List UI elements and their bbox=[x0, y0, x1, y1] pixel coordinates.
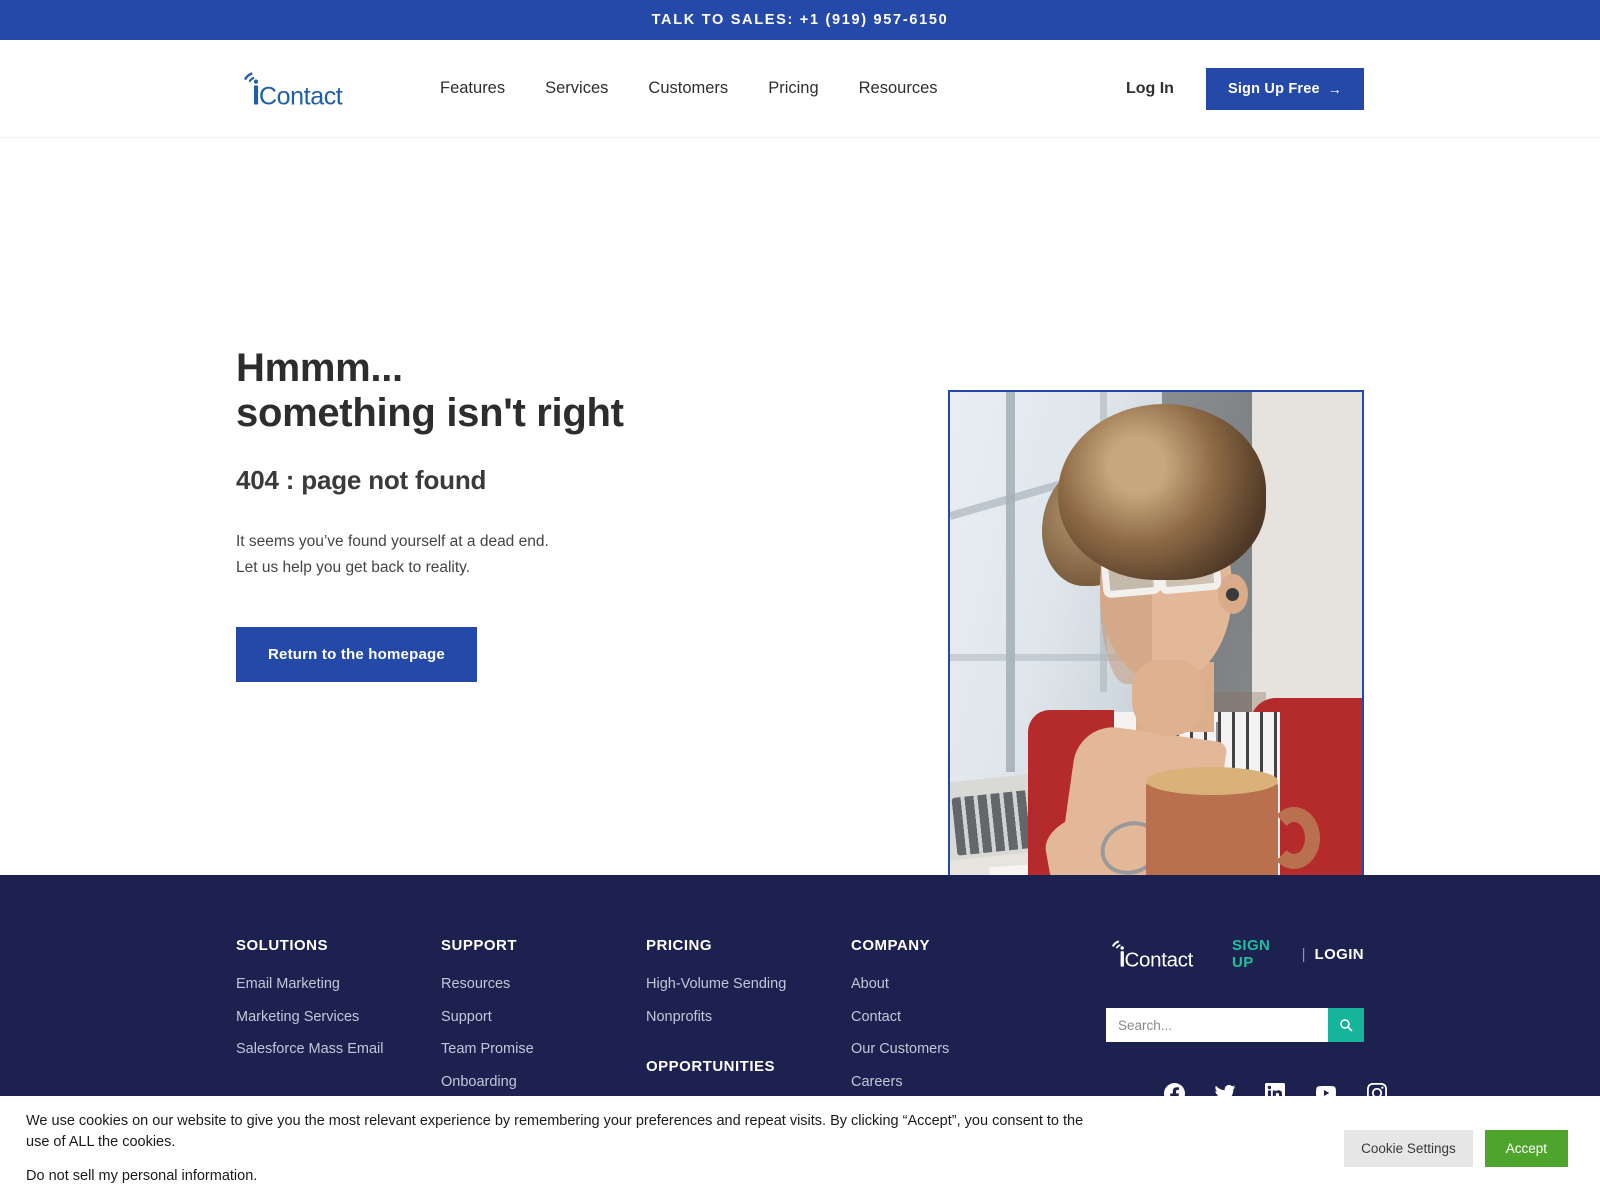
return-home-button[interactable]: Return to the homepage bbox=[236, 626, 477, 682]
hero-body-line2: Let us help you get back to reality. bbox=[236, 558, 471, 576]
header-logo[interactable]: Contact bbox=[236, 68, 358, 110]
footer-link-about[interactable]: About bbox=[851, 977, 1066, 992]
footer-column-solutions: SOLUTIONS Email Marketing Marketing Serv… bbox=[236, 937, 441, 1107]
footer-link-salesforce-mass-email[interactable]: Salesforce Mass Email bbox=[236, 1042, 441, 1057]
footer-login-link[interactable]: LOGIN bbox=[1315, 946, 1365, 963]
footer-link-separator: | bbox=[1301, 945, 1306, 963]
cookie-message: We use cookies on our website to give yo… bbox=[26, 1112, 1084, 1150]
cookie-actions: Cookie Settings Accept bbox=[1344, 1129, 1576, 1167]
hero-photo bbox=[948, 390, 1364, 893]
footer-link-high-volume-sending[interactable]: High-Volume Sending bbox=[646, 977, 851, 992]
footer-heading-pricing: PRICING bbox=[646, 937, 713, 954]
search-button[interactable] bbox=[1328, 1008, 1364, 1042]
header-actions: Log In Sign Up Free → bbox=[1126, 40, 1364, 138]
svg-text:Contact: Contact bbox=[259, 82, 343, 110]
footer-logo[interactable]: Contact bbox=[1106, 937, 1206, 971]
page-root: TALK TO SALES: +1 (919) 957-6150 Contact… bbox=[0, 0, 1600, 1200]
svg-text:Contact: Contact bbox=[1125, 949, 1194, 971]
footer-column-company: COMPANY About Contact Our Customers Care… bbox=[851, 937, 1066, 1107]
error-subtitle: 404 : page not found bbox=[236, 464, 487, 495]
footer-link-marketing-services[interactable]: Marketing Services bbox=[236, 1009, 441, 1025]
footer-heading-opportunities: OPPORTUNITIES bbox=[646, 1058, 776, 1075]
footer-column-support: SUPPORT Resources Support Team Promise O… bbox=[441, 937, 646, 1107]
arrow-right-icon: → bbox=[1327, 81, 1342, 97]
search-input[interactable] bbox=[1106, 1008, 1328, 1042]
footer-search bbox=[1106, 1008, 1364, 1042]
login-link[interactable]: Log In bbox=[1126, 80, 1174, 98]
footer-link-support[interactable]: Support bbox=[441, 1009, 646, 1025]
page-title: Hmmm... something isn't right bbox=[236, 346, 836, 436]
page-title-line1: Hmmm... bbox=[236, 346, 403, 390]
nav-item-services[interactable]: Services bbox=[525, 79, 628, 98]
signup-button-label: Sign Up Free bbox=[1227, 81, 1320, 97]
site-header: Contact Features Services Customers Pric… bbox=[0, 40, 1600, 138]
cookie-accept-button[interactable]: Accept bbox=[1484, 1129, 1568, 1167]
footer-heading-company: COMPANY bbox=[851, 937, 931, 954]
do-not-sell-link[interactable]: Do not sell my personal information. bbox=[26, 1168, 257, 1184]
hero-body: It seems you’ve found yourself at a dead… bbox=[236, 529, 836, 581]
footer-link-team-promise[interactable]: Team Promise bbox=[441, 1042, 646, 1057]
footer-link-onboarding[interactable]: Onboarding bbox=[441, 1074, 646, 1090]
footer-link-nonprofits[interactable]: Nonprofits bbox=[646, 1009, 851, 1025]
hero-section: Hmmm... something isn't right 404 : page… bbox=[0, 138, 1600, 893]
search-icon bbox=[1340, 1019, 1353, 1032]
cookie-text-block: We use cookies on our website to give yo… bbox=[26, 1111, 1344, 1185]
hero-copy: Hmmm... something isn't right 404 : page… bbox=[236, 138, 836, 875]
nav-item-customers[interactable]: Customers bbox=[628, 79, 748, 98]
cookie-consent-banner: We use cookies on our website to give yo… bbox=[0, 1096, 1600, 1200]
footer-heading-support: SUPPORT bbox=[441, 937, 518, 954]
main-nav: Features Services Customers Pricing Reso… bbox=[440, 79, 958, 98]
footer-link-our-customers[interactable]: Our Customers bbox=[851, 1042, 1066, 1057]
footer-utility: Contact SIGN UP | LOGIN bbox=[1106, 937, 1387, 1104]
hero-body-line1: It seems you’ve found yourself at a dead… bbox=[236, 532, 549, 550]
footer-link-contact[interactable]: Contact bbox=[851, 1009, 1066, 1025]
sales-bar: TALK TO SALES: +1 (919) 957-6150 bbox=[0, 0, 1600, 40]
hero-image-area bbox=[836, 138, 1364, 893]
sales-phone-text[interactable]: TALK TO SALES: +1 (919) 957-6150 bbox=[652, 12, 949, 28]
page-title-line2: something isn't right bbox=[236, 390, 624, 435]
footer-column-pricing: PRICING High-Volume Sending Nonprofits O… bbox=[646, 937, 851, 1107]
nav-item-pricing[interactable]: Pricing bbox=[748, 79, 838, 98]
nav-item-features[interactable]: Features bbox=[440, 79, 525, 98]
footer-signup-link[interactable]: SIGN UP bbox=[1232, 937, 1293, 971]
signup-free-button[interactable]: Sign Up Free → bbox=[1205, 68, 1364, 110]
footer-heading-solutions: SOLUTIONS bbox=[236, 937, 329, 954]
cookie-settings-button[interactable]: Cookie Settings bbox=[1344, 1129, 1473, 1167]
footer-link-resources[interactable]: Resources bbox=[441, 977, 646, 992]
footer-link-careers[interactable]: Careers bbox=[851, 1074, 1066, 1090]
nav-item-resources[interactable]: Resources bbox=[839, 79, 958, 98]
footer-link-email-marketing[interactable]: Email Marketing bbox=[236, 977, 441, 992]
